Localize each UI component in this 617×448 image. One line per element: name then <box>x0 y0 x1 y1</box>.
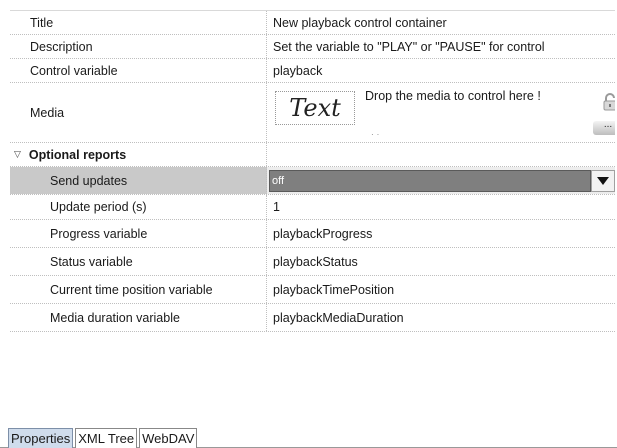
property-row-description[interactable]: Description Set the variable to "PLAY" o… <box>10 35 615 59</box>
send-updates-select[interactable]: off <box>269 169 591 192</box>
dropdown-arrow-icon[interactable] <box>591 169 615 192</box>
progress-variable-value[interactable]: playbackProgress <box>267 220 615 247</box>
bottom-tab-bar: Properties XML Tree WebDAV <box>8 428 199 448</box>
property-grid: Title New playback control container Des… <box>10 10 615 332</box>
tab-webdav[interactable]: WebDAV <box>139 428 198 448</box>
group-value <box>267 143 615 166</box>
property-row-send-updates[interactable]: Send updates off <box>10 167 615 195</box>
property-row-media-duration-variable[interactable]: Media duration variable playbackMediaDur… <box>10 304 615 332</box>
media-drop-hint: Drop the media to control here ! <box>365 89 541 103</box>
property-row-media[interactable]: Media Text Drop the media to control her… <box>10 83 615 143</box>
property-row-status-variable[interactable]: Status variable playbackStatus <box>10 248 615 276</box>
property-name: Status variable <box>10 248 267 275</box>
group-header[interactable]: ▽ Optional reports <box>10 143 267 166</box>
property-name: Media duration variable <box>10 304 267 331</box>
property-row-progress-variable[interactable]: Progress variable playbackProgress <box>10 220 615 248</box>
tab-properties[interactable]: Properties <box>8 428 74 448</box>
property-name: Progress variable <box>10 220 267 247</box>
status-variable-value[interactable]: playbackStatus <box>267 248 615 275</box>
control-variable-value[interactable]: playback <box>267 59 615 82</box>
description-value[interactable]: Set the variable to "PLAY" or "PAUSE" fo… <box>267 35 615 58</box>
property-name: Update period (s) <box>10 195 267 219</box>
current-time-position-variable-value[interactable]: playbackTimePosition <box>267 276 615 303</box>
group-label: Optional reports <box>28 147 127 162</box>
tab-xml-tree[interactable]: XML Tree <box>75 428 138 448</box>
media-duration-variable-value[interactable]: playbackMediaDuration <box>267 304 615 331</box>
media-drop-dots: ·· <box>371 130 383 139</box>
property-name: Control variable <box>10 59 267 82</box>
property-row-current-time-position-variable[interactable]: Current time position variable playbackT… <box>10 276 615 304</box>
property-name: Send updates <box>10 167 267 194</box>
media-browse-button[interactable]: ... <box>593 120 615 135</box>
media-drop-target[interactable]: Text <box>275 91 355 125</box>
property-name: Description <box>10 35 267 58</box>
property-row-update-period[interactable]: Update period (s) 1 <box>10 195 615 220</box>
property-name: Media <box>10 83 267 142</box>
collapse-triangle-icon[interactable]: ▽ <box>14 149 21 160</box>
property-row-title[interactable]: Title New playback control container <box>10 11 615 35</box>
lock-icon[interactable] <box>601 93 615 111</box>
property-row-control-variable[interactable]: Control variable playback <box>10 59 615 83</box>
send-updates-value[interactable]: off <box>267 167 615 194</box>
property-name: Current time position variable <box>10 276 267 303</box>
media-preview-text: Text <box>289 94 341 122</box>
property-group-optional-reports[interactable]: ▽ Optional reports <box>10 143 615 167</box>
title-value[interactable]: New playback control container <box>267 11 615 34</box>
media-value[interactable]: Text Drop the media to control here ! ··… <box>267 83 615 142</box>
property-name: Title <box>10 11 267 34</box>
update-period-value[interactable]: 1 <box>267 195 615 219</box>
